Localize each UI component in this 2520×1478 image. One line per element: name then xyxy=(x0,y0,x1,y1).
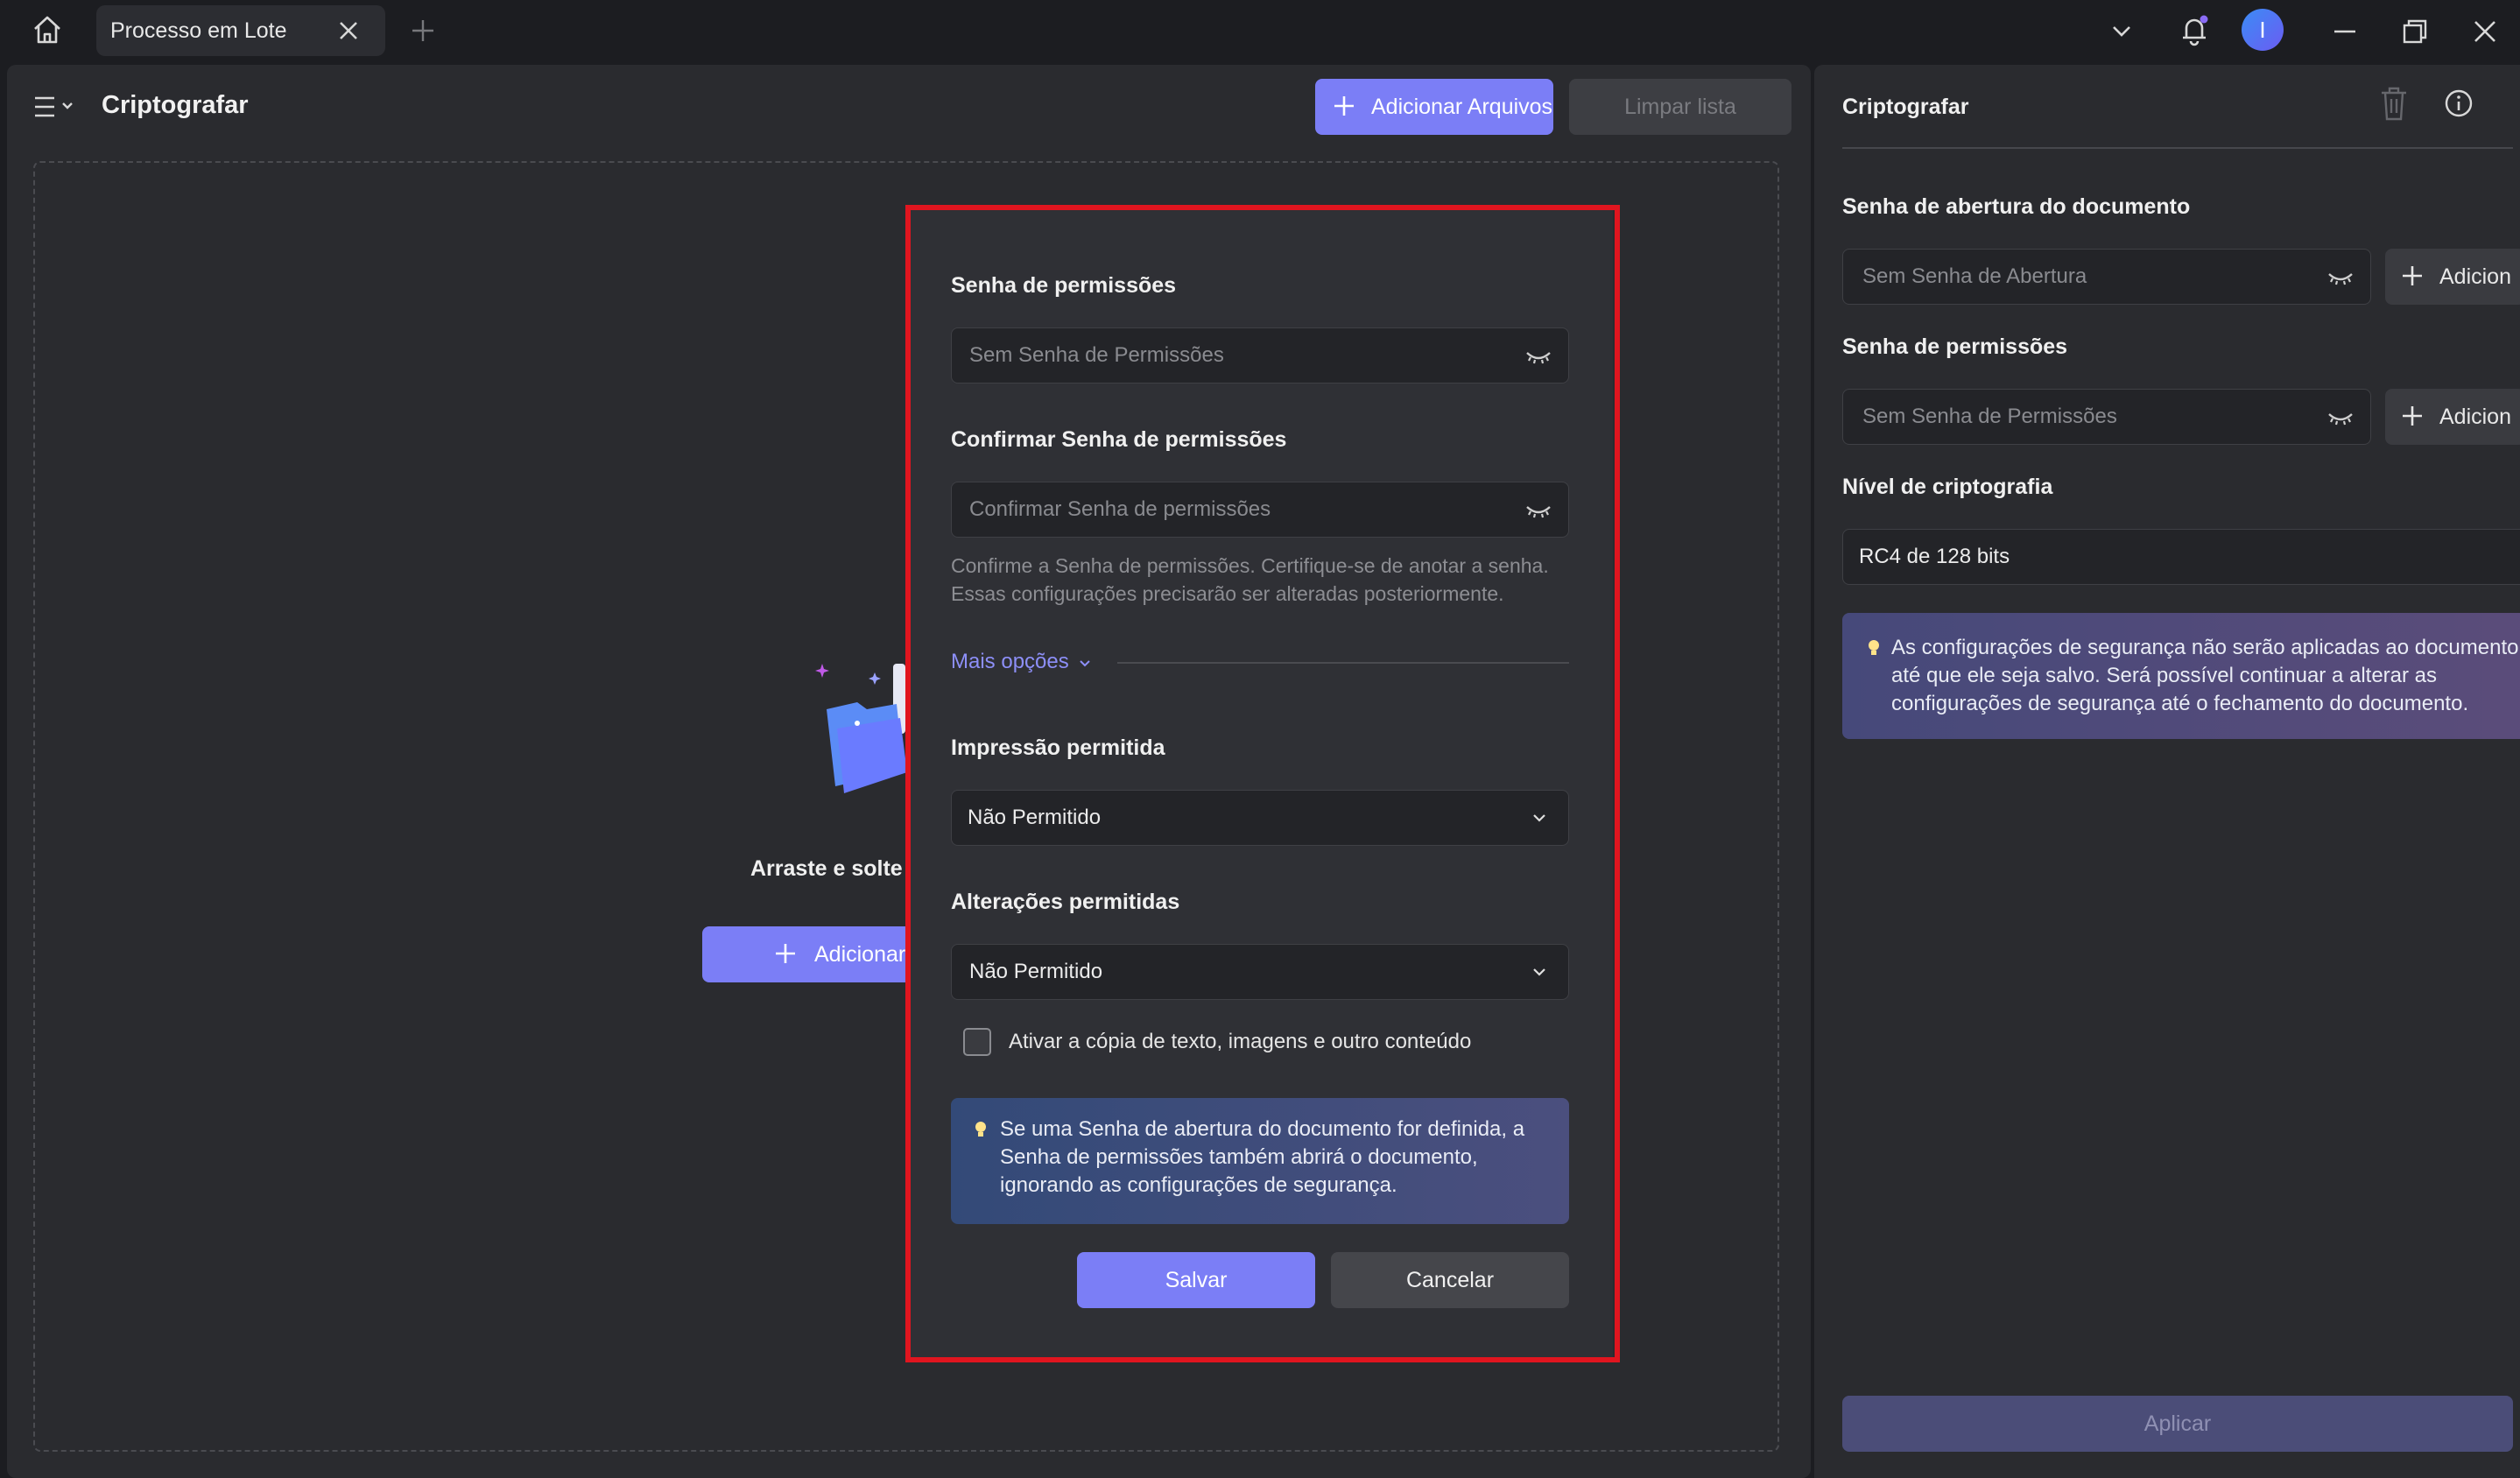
permissions-placeholder: Sem Senha de Permissões xyxy=(1862,405,2117,428)
trash-icon[interactable] xyxy=(2376,84,2411,123)
security-info-box: As configurações de segurança não serão … xyxy=(1842,613,2520,739)
apply-button[interactable]: Aplicar xyxy=(1842,1396,2513,1452)
add-open-password-label: Adicion xyxy=(2439,264,2511,289)
add-open-password-button[interactable]: Adicion xyxy=(2385,249,2520,305)
drag-drop-text: Arraste e solte c xyxy=(750,856,921,881)
plus-icon xyxy=(1331,93,1357,119)
encryption-level-label: Nível de criptografia xyxy=(1842,475,2053,499)
eye-closed-icon[interactable] xyxy=(2326,264,2355,290)
encryption-level-value: RC4 de 128 bits xyxy=(1859,545,2010,568)
security-info-line-1: As configurações de segurança não serão … xyxy=(1891,636,2519,659)
page-title: Criptografar xyxy=(102,91,249,119)
tab-label: Processo em Lote xyxy=(110,18,287,43)
info-icon[interactable] xyxy=(2443,88,2474,119)
minimize-icon[interactable] xyxy=(2329,16,2361,47)
open-password-placeholder: Sem Senha de Abertura xyxy=(1862,264,2087,288)
permissions-input[interactable]: Sem Senha de Permissões xyxy=(1842,389,2371,445)
close-window-icon[interactable] xyxy=(2469,16,2501,47)
lightbulb-icon xyxy=(1867,639,1881,658)
plus-icon xyxy=(2399,403,2425,429)
new-tab-icon[interactable] xyxy=(410,18,436,44)
plus-icon xyxy=(2399,263,2425,289)
tab-processo-em-lote[interactable]: Processo em Lote xyxy=(96,5,385,56)
highlight-frame xyxy=(905,205,1620,1362)
home-icon[interactable] xyxy=(30,12,65,47)
title-bar: Processo em Lote I xyxy=(0,0,2520,63)
open-password-input[interactable]: Sem Senha de Abertura xyxy=(1842,249,2371,305)
divider xyxy=(1842,147,2513,149)
encryption-level-select[interactable]: RC4 de 128 bits xyxy=(1842,529,2520,585)
open-password-label: Senha de abertura do documento xyxy=(1842,194,2191,219)
add-permissions-label: Adicion xyxy=(2439,405,2511,429)
add-files-label: Adicionar Arquivos xyxy=(1371,95,1553,119)
chevron-down-icon[interactable] xyxy=(2108,18,2135,44)
plus-icon xyxy=(772,940,799,967)
menu-icon[interactable] xyxy=(32,91,79,123)
security-info-line-2: até que ele seja salvo. Será possível co… xyxy=(1891,664,2438,687)
add-files-button[interactable]: Adicionar Arquivos xyxy=(1315,79,1553,135)
security-info-text: As configurações de segurança não serão … xyxy=(1891,634,2518,718)
add-button-label: Adicionar xyxy=(814,942,906,967)
security-info-line-3: configurações de segurança até o fechame… xyxy=(1891,692,2469,715)
settings-panel: Criptografar Senha de abertura do docume… xyxy=(1814,65,2520,1478)
eye-closed-icon[interactable] xyxy=(2326,404,2355,430)
folder-illustration xyxy=(809,648,914,823)
avatar-initial: I xyxy=(2259,17,2266,43)
permissions-label: Senha de permissões xyxy=(1842,334,2068,359)
notification-bell-icon[interactable] xyxy=(2177,12,2212,47)
user-avatar[interactable]: I xyxy=(2242,9,2284,51)
panel-title: Criptografar xyxy=(1842,95,1969,119)
restore-icon[interactable] xyxy=(2399,16,2431,47)
add-button[interactable]: Adicionar xyxy=(702,926,912,982)
add-permissions-button[interactable]: Adicion xyxy=(2385,389,2520,445)
clear-list-button[interactable]: Limpar lista xyxy=(1569,79,1791,135)
close-tab-icon[interactable] xyxy=(336,18,361,43)
